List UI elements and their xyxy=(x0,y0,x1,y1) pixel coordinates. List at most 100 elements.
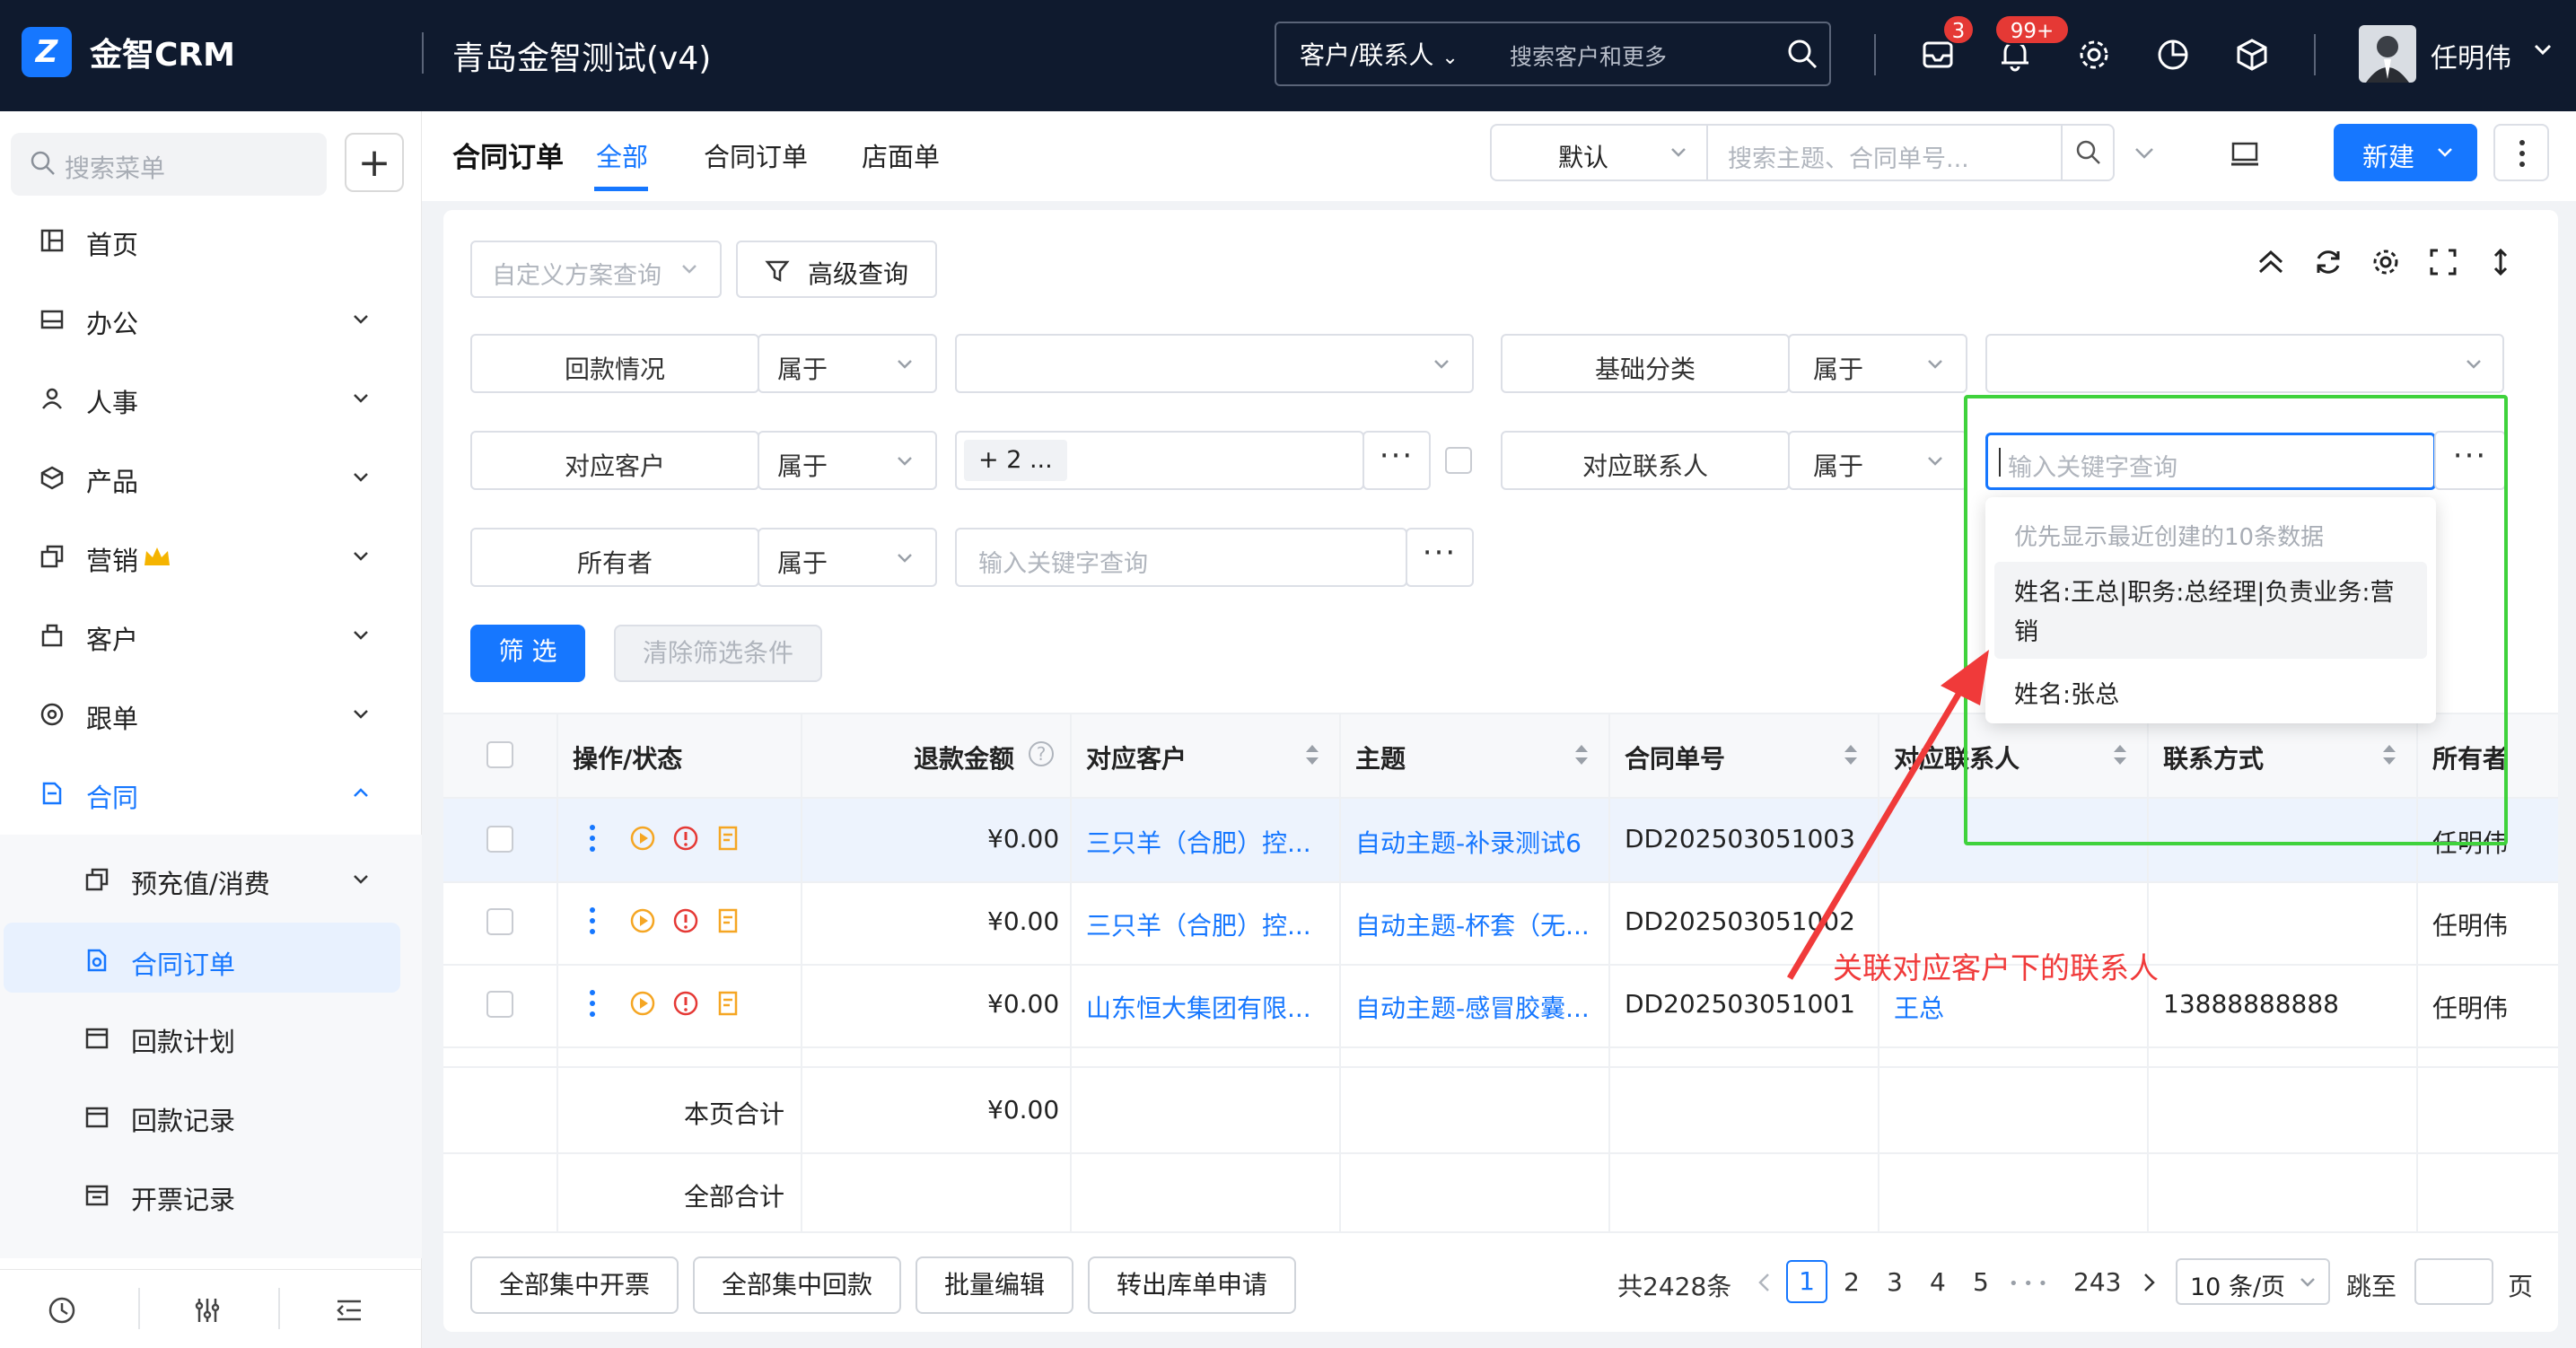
collapse-up-icon[interactable] xyxy=(2255,246,2287,278)
customer-picker-button[interactable]: ··· xyxy=(1362,431,1431,490)
sidebar-item-home[interactable]: 首页 xyxy=(0,203,422,278)
add-button[interactable]: + xyxy=(345,133,404,192)
cell-customer-link[interactable]: 山东恒大集团有限... xyxy=(1086,989,1311,1025)
cube-icon[interactable] xyxy=(2235,38,2269,72)
kebab-icon[interactable] xyxy=(589,824,596,853)
tab-contract-orders[interactable]: 合同订单 xyxy=(704,136,808,174)
filter-operator-select[interactable]: 属于 xyxy=(758,431,937,490)
page-size-select[interactable]: 10 条/页 xyxy=(2176,1258,2330,1305)
sort-icon[interactable] xyxy=(1303,741,1321,768)
kebab-icon[interactable] xyxy=(589,906,596,935)
column-header-subject[interactable]: 主题 xyxy=(1355,740,1406,775)
batch-payment-button[interactable]: 全部集中回款 xyxy=(693,1256,901,1314)
monitor-icon[interactable] xyxy=(2230,138,2260,169)
cell-subject-link[interactable]: 自动主题-补录测试6 xyxy=(1355,824,1582,860)
search-scope-select[interactable]: 客户/联系人 ⌄ xyxy=(1300,36,1459,72)
alert-icon[interactable] xyxy=(671,989,700,1018)
filter-operator-select[interactable]: 属于 xyxy=(1788,334,1967,393)
column-header-refund[interactable]: 退款金额 xyxy=(914,740,1014,775)
menu-search[interactable] xyxy=(11,133,327,196)
global-search-input[interactable]: 搜索客户和更多 xyxy=(1510,39,1667,72)
page-3[interactable]: 3 xyxy=(1887,1267,1903,1297)
owner-picker-button[interactable]: ··· xyxy=(1406,528,1474,587)
select-all-checkbox[interactable] xyxy=(486,741,513,768)
document-edit-icon[interactable] xyxy=(714,906,743,935)
help-icon[interactable]: ? xyxy=(1029,741,1054,766)
refresh-icon[interactable] xyxy=(2312,246,2344,278)
document-edit-icon[interactable] xyxy=(714,989,743,1018)
sidebar-item-contract-orders[interactable]: 合同订单 xyxy=(4,923,400,993)
sort-icon[interactable] xyxy=(1573,741,1590,768)
header-search-input[interactable]: 搜索主题、合同单号... xyxy=(1706,124,2062,181)
advanced-query-button[interactable]: 高级查询 xyxy=(736,241,937,298)
chevron-right-icon[interactable] xyxy=(2138,1271,2160,1294)
company-name[interactable]: 青岛金智测试(v4) xyxy=(452,32,711,79)
row-checkbox[interactable] xyxy=(486,991,513,1018)
cell-customer-link[interactable]: 三只羊（合肥）控... xyxy=(1086,906,1311,942)
sidebar-item-contract[interactable]: 合同 xyxy=(0,756,422,831)
kebab-icon[interactable] xyxy=(589,989,596,1018)
filter-operator-select[interactable]: 属于 xyxy=(1788,431,1967,490)
sidebar-item-office[interactable]: 办公 xyxy=(0,282,422,357)
row-checkbox[interactable] xyxy=(486,908,513,935)
play-status-icon[interactable] xyxy=(628,906,657,935)
search-icon[interactable] xyxy=(1786,38,1818,70)
play-status-icon[interactable] xyxy=(628,989,657,1018)
tab-store-orders[interactable]: 店面单 xyxy=(862,136,940,174)
avatar[interactable] xyxy=(2359,25,2416,83)
column-header-customer[interactable]: 对应客户 xyxy=(1086,740,1187,775)
cell-contact-link[interactable]: 王总 xyxy=(1894,989,1944,1025)
page-2[interactable]: 2 xyxy=(1844,1267,1860,1297)
alert-icon[interactable] xyxy=(671,906,700,935)
sidebar-item-marketing[interactable]: 营销 xyxy=(0,519,422,594)
selected-tag[interactable]: + 2 ... xyxy=(964,440,1067,481)
batch-invoice-button[interactable]: 全部集中开票 xyxy=(470,1256,679,1314)
page-5[interactable]: 5 xyxy=(1973,1267,1989,1297)
gear-icon[interactable] xyxy=(2370,246,2402,278)
header-search-button[interactable] xyxy=(2061,124,2115,181)
more-options-button[interactable] xyxy=(2493,124,2549,181)
sidebar-item-customer[interactable]: 客户 xyxy=(0,598,422,673)
chevron-left-icon[interactable] xyxy=(1754,1271,1775,1294)
cell-customer-link[interactable]: 三只羊（合肥）控... xyxy=(1086,824,1311,860)
alert-icon[interactable] xyxy=(671,824,700,853)
filter-operator-select[interactable]: 属于 xyxy=(758,334,937,393)
column-header-contract-no[interactable]: 合同单号 xyxy=(1625,740,1725,775)
sidebar-item-deal[interactable]: 跟单 xyxy=(0,677,422,752)
filter-operator-select[interactable]: 属于 xyxy=(758,528,937,587)
stock-out-request-button[interactable]: 转出库单申请 xyxy=(1088,1256,1296,1314)
chevron-down-icon[interactable] xyxy=(2531,38,2554,61)
page-ellipsis[interactable]: • • • xyxy=(2009,1274,2047,1293)
gear-icon[interactable] xyxy=(2077,38,2111,72)
chevron-down-icon[interactable] xyxy=(2131,140,2158,167)
collapse-menu-icon[interactable] xyxy=(334,1295,364,1326)
view-select[interactable]: 默认 xyxy=(1490,124,1708,181)
page-4[interactable]: 4 xyxy=(1930,1267,1946,1297)
owner-keyword-input[interactable]: 输入关键字查询 xyxy=(955,528,1407,587)
sidebar-item-prepaid[interactable]: 预充值/消费 xyxy=(0,842,422,917)
sidebar-item-hr[interactable]: 人事 xyxy=(0,361,422,436)
cell-subject-link[interactable]: 自动主题-感冒胶囊... xyxy=(1355,989,1590,1025)
cell-subject-link[interactable]: 自动主题-杯套（无... xyxy=(1355,906,1590,942)
category-value-select[interactable] xyxy=(1985,334,2504,393)
scheme-select[interactable]: 自定义方案查询 xyxy=(470,241,722,298)
customer-value-input[interactable]: + 2 ... xyxy=(955,431,1364,490)
customer-checkbox[interactable] xyxy=(1445,447,1472,474)
batch-edit-button[interactable]: 批量编辑 xyxy=(916,1256,1073,1314)
sidebar-item-payment-plan[interactable]: 回款计划 xyxy=(0,1000,422,1075)
user-name[interactable]: 任明伟 xyxy=(2431,36,2511,75)
payment-status-value-select[interactable] xyxy=(955,334,1474,393)
page-last[interactable]: 243 xyxy=(2073,1267,2121,1297)
filter-button[interactable]: 筛 选 xyxy=(470,625,585,682)
document-edit-icon[interactable] xyxy=(714,824,743,853)
sliders-icon[interactable] xyxy=(192,1295,223,1326)
clear-filters-button[interactable]: 清除筛选条件 xyxy=(614,625,822,682)
row-checkbox[interactable] xyxy=(486,826,513,853)
new-button[interactable]: 新建 xyxy=(2334,124,2477,181)
page-1[interactable]: 1 xyxy=(1786,1260,1827,1303)
sidebar-item-invoice-records[interactable]: 开票记录 xyxy=(0,1158,422,1233)
pie-chart-icon[interactable] xyxy=(2156,38,2190,72)
tab-all[interactable]: 全部 xyxy=(596,136,648,174)
play-status-icon[interactable] xyxy=(628,824,657,853)
jump-page-input[interactable] xyxy=(2414,1258,2493,1305)
